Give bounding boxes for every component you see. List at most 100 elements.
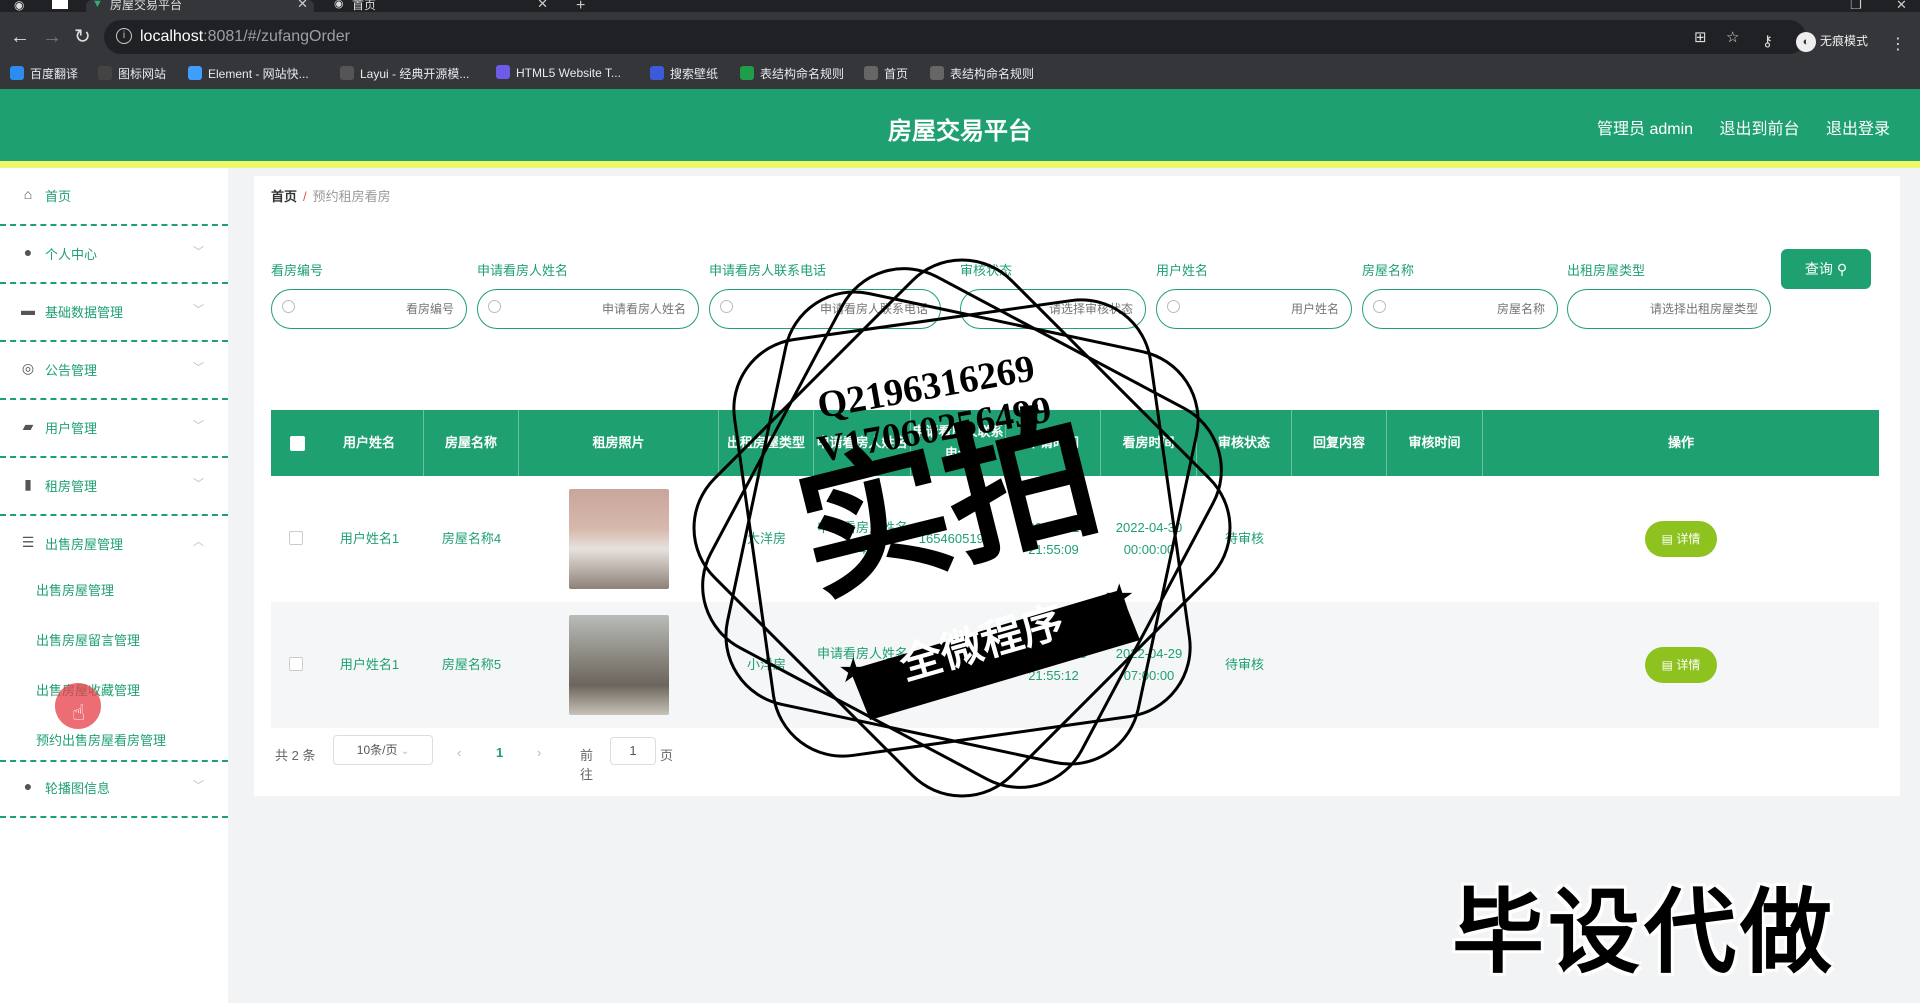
- logout-link[interactable]: 退出登录: [1826, 121, 1890, 138]
- total-count: 共 2 条: [275, 748, 316, 763]
- reload-icon[interactable]: ↻: [74, 26, 91, 48]
- list-icon: ☰: [21, 534, 35, 550]
- incognito-indicator[interactable]: ◐ 无痕模式: [1796, 32, 1868, 52]
- filter-field[interactable]: [1391, 298, 1545, 320]
- table-cell: [1387, 602, 1483, 728]
- filter-input[interactable]: [477, 289, 699, 329]
- page-size-select[interactable]: 10条/页 ⌄: [333, 735, 433, 765]
- house-photo[interactable]: [569, 489, 669, 589]
- query-button[interactable]: 查询 ⚲: [1781, 249, 1871, 289]
- bookmark-item[interactable]: 图标网站: [98, 65, 166, 82]
- bookmark-item[interactable]: 百度翻译: [10, 65, 78, 82]
- detail-button[interactable]: ▤ 详情: [1645, 647, 1717, 683]
- table-cell: 待审核: [1224, 531, 1264, 546]
- table-cell: 用户姓名1: [339, 657, 400, 672]
- filter-label: 审核状态: [960, 263, 1013, 278]
- chevron-down-icon: ﹀: [193, 362, 204, 374]
- app-header: 房屋交易平台 管理员 admin 退出到前台 退出登录: [0, 89, 1920, 168]
- forward-icon[interactable]: →: [42, 26, 62, 48]
- chevron-down-icon: ﹀: [193, 478, 204, 490]
- breadcrumb-home[interactable]: 首页: [271, 189, 297, 204]
- flag-icon: [98, 66, 112, 80]
- sidebar: ⌂ 首页 ● 个人中心 ﹀ ▬ 基础数据管理 ﹀ ◎ 公告管理 ﹀ ▰ 用户管理 ﹀ ▮ 租房管理 ﹀ ☰ 出售房屋…: [0, 168, 228, 1003]
- sidebar-item[interactable]: ▰ 用户管理 ﹀: [0, 400, 228, 458]
- filter-label: 申请看房人姓名: [477, 263, 569, 278]
- prev-page-icon[interactable]: ‹: [457, 745, 461, 760]
- browser-tab-active[interactable]: ▼ 房屋交易平台 ✕: [86, 0, 314, 12]
- filter-field[interactable]: [1185, 298, 1339, 320]
- column-header: 用户姓名: [315, 410, 424, 476]
- goto-page-input[interactable]: 1: [610, 737, 656, 765]
- table-row: 用户姓名1 房屋名称5 小洋房 申请看房人姓名5 17703789595 2022-04-…: [271, 602, 1879, 728]
- row-checkbox[interactable]: [289, 531, 303, 545]
- house-photo[interactable]: [569, 615, 669, 715]
- sidebar-divider: [0, 760, 228, 762]
- home-icon: ⌂: [23, 186, 33, 202]
- column-header: 操作: [1667, 435, 1694, 450]
- globe-icon: [930, 66, 944, 80]
- table-cell: 16546051974: [918, 531, 999, 546]
- column-header: 看房时间: [1101, 410, 1197, 476]
- bookmark-item[interactable]: 表结构命名规则: [930, 65, 1034, 82]
- select-all-checkbox[interactable]: [290, 436, 305, 451]
- sidebar-item[interactable]: ● 个人中心 ﹀: [0, 226, 228, 284]
- more-menu-icon[interactable]: ⋮: [1890, 34, 1906, 54]
- filter-select[interactable]: ⌄: [1567, 289, 1771, 329]
- table-cell: 2022-04-20 21:55:12: [1020, 646, 1087, 683]
- chrome-menu-icon[interactable]: ◉: [14, 0, 24, 12]
- admin-label: 管理员 admin: [1597, 121, 1694, 138]
- action-cell: ▤ 详情: [1483, 602, 1879, 728]
- html5-icon: [496, 65, 510, 79]
- chevron-down-icon: ﹀: [193, 420, 204, 432]
- bookmark-item[interactable]: HTML5 Website T...: [496, 65, 621, 80]
- filter-field[interactable]: [989, 298, 1133, 320]
- filter-input[interactable]: [709, 289, 941, 329]
- filter-select[interactable]: ⌄: [960, 289, 1146, 329]
- tab-search-icon[interactable]: [52, 0, 68, 9]
- front-link[interactable]: 退出到前台: [1720, 121, 1800, 138]
- close-tab-icon[interactable]: ✕: [537, 0, 548, 10]
- sidebar-item[interactable]: ▮ 租房管理 ﹀: [0, 458, 228, 516]
- filter-field[interactable]: [300, 298, 454, 320]
- bookmark-item[interactable]: 首页: [864, 65, 908, 82]
- back-icon[interactable]: ←: [10, 26, 30, 48]
- filter-field[interactable]: [506, 298, 686, 320]
- filter-label: 房屋名称: [1362, 263, 1415, 278]
- carousel-icon: ●: [23, 778, 33, 794]
- sidebar-subitem[interactable]: 出售房屋管理: [36, 580, 114, 599]
- sidebar-item[interactable]: ⌂ 首页: [0, 168, 228, 226]
- bookmark-item[interactable]: 搜索壁纸: [650, 65, 718, 82]
- sidebar-subitem[interactable]: 预约出售房屋看房管理: [36, 730, 166, 749]
- bookmark-item[interactable]: Layui - 经典开源模...: [340, 65, 469, 82]
- sidebar-item[interactable]: ☰ 出售房屋管理 ︿: [0, 516, 228, 574]
- bookmark-item[interactable]: Element - 网站快...: [188, 65, 309, 82]
- key-icon[interactable]: ⚷: [1762, 32, 1773, 50]
- header-strip: [0, 161, 1920, 168]
- filter-field[interactable]: [738, 298, 928, 320]
- sidebar-item[interactable]: ● 轮播图信息 ﹀: [0, 760, 228, 818]
- browser-tab[interactable]: ◉ 首页 ✕: [328, 0, 554, 12]
- sidebar-subitem[interactable]: 出售房屋留言管理: [36, 630, 140, 649]
- filter-field[interactable]: [1596, 298, 1758, 320]
- close-tab-icon[interactable]: ✕: [297, 0, 308, 10]
- sidebar-item[interactable]: ◎ 公告管理 ﹀: [0, 342, 228, 400]
- search-icon: [1373, 300, 1386, 313]
- next-page-icon[interactable]: ›: [537, 745, 541, 760]
- bookmark-item[interactable]: 表结构命名规则: [740, 65, 844, 82]
- translate-icon[interactable]: ⊞: [1694, 28, 1707, 46]
- tab-title: 房屋交易平台: [110, 0, 183, 12]
- bookmark-star-icon[interactable]: ☆: [1726, 28, 1739, 46]
- address-bar[interactable]: i localhost:8081/#/zufangOrder ⊞ ☆: [104, 20, 1806, 54]
- filter-input[interactable]: [1156, 289, 1352, 329]
- sidebar-item[interactable]: ▬ 基础数据管理 ﹀: [0, 284, 228, 342]
- detail-button[interactable]: ▤ 详情: [1645, 521, 1717, 557]
- page-suffix: 页: [660, 748, 674, 763]
- filter-label: 出租房屋类型: [1567, 263, 1646, 278]
- row-checkbox[interactable]: [289, 657, 303, 671]
- site-info-icon[interactable]: i: [116, 28, 132, 44]
- page-number[interactable]: 1: [496, 745, 503, 760]
- filter-input[interactable]: [271, 289, 467, 329]
- vue-icon: ▼: [92, 0, 103, 10]
- table-cell: 17703789595: [918, 657, 999, 672]
- filter-input[interactable]: [1362, 289, 1558, 329]
